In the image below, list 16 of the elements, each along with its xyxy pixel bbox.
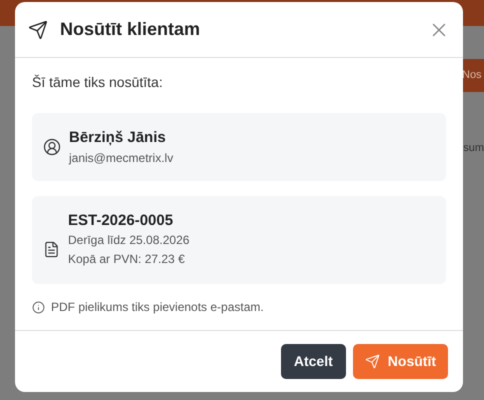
total-text: Kopā ar PVN: 27.23 € bbox=[68, 251, 186, 268]
valid-until: Derīga līdz 25.08.2026 bbox=[68, 232, 190, 249]
column-heading: sum bbox=[463, 141, 484, 156]
note-text: PDF pielikums tiks pievienots e-pastam. bbox=[51, 299, 264, 316]
send-icon bbox=[364, 354, 380, 369]
intro-text: Šī tāme tiks nosūtīta: bbox=[32, 73, 164, 92]
info-icon bbox=[32, 300, 45, 314]
send-button[interactable]: Nosūtīt bbox=[352, 344, 448, 379]
cancel-button[interactable]: Atcelt bbox=[280, 344, 346, 379]
send-icon bbox=[28, 20, 48, 40]
client-email: janis@mecmetrix.lv bbox=[69, 150, 174, 168]
client-name: Bērziņš Jānis bbox=[69, 128, 167, 148]
document-icon bbox=[43, 240, 60, 258]
estimate-number: EST-2026-0005 bbox=[68, 211, 174, 231]
dialog-title: Nosūtīt klientam bbox=[60, 18, 200, 41]
user-icon bbox=[43, 138, 61, 156]
